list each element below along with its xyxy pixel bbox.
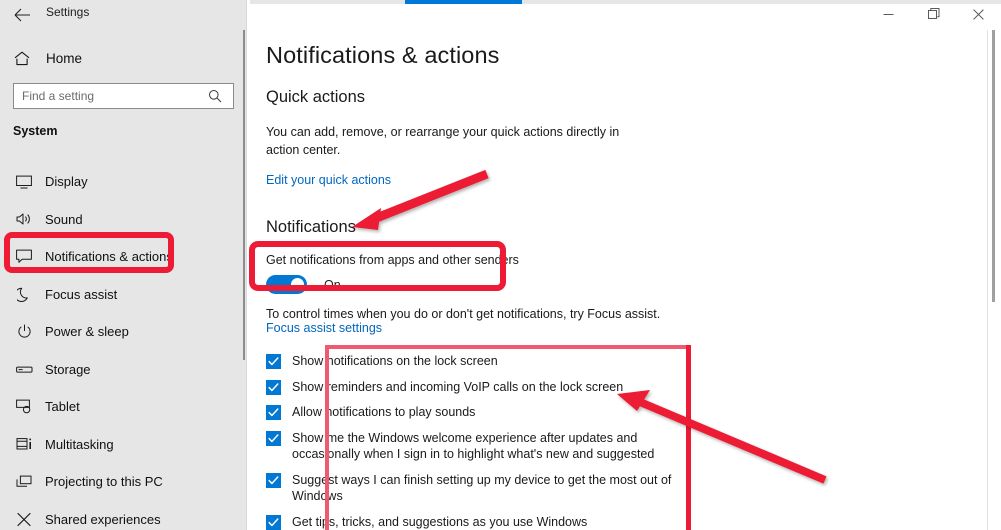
sidebar-titlebar: Settings [0,0,247,30]
sidebar-item-home-label: Home [46,50,83,66]
checkbox-tips-tricks-suggestions[interactable] [266,514,281,530]
list-item[interactable]: Allow notifications to play sounds [266,404,726,421]
list-item[interactable]: Get tips, tricks, and suggestions as you… [266,514,726,530]
search-input[interactable] [14,85,204,107]
multitasking-icon [12,437,36,451]
main-scrollbar-thumb[interactable] [992,30,995,302]
sidebar: Settings Home System [0,0,247,530]
list-item[interactable]: Suggest ways I can finish setting up my … [266,472,726,505]
list-item[interactable]: Show me the Windows welcome experience a… [266,430,726,463]
tablet-icon [12,399,36,414]
list-item-label: Allow notifications to play sounds [292,405,476,419]
projecting-icon [12,475,36,489]
moon-icon [12,287,36,302]
page-title: Notifications & actions [266,42,500,68]
list-item-label: Suggest ways I can finish setting up my … [292,472,672,504]
sidebar-item-sound-label: Sound [45,211,83,227]
sidebar-item-tablet[interactable]: Tablet [0,388,247,426]
notifications-toggle-knob [291,278,304,291]
home-icon [14,51,36,66]
notifications-toggle-label: Get notifications from apps and other se… [266,253,519,267]
search-box[interactable] [13,83,234,109]
sidebar-item-notifications-actions[interactable]: Notifications & actions [0,238,247,276]
notifications-toggle[interactable] [266,275,307,294]
sidebar-item-display[interactable]: Display [0,163,247,201]
minimize-icon[interactable] [866,0,911,28]
sidebar-item-storage-label: Storage [45,361,91,377]
notification-icon [12,249,36,264]
sidebar-item-projecting-to-this-pc[interactable]: Projecting to this PC [0,463,247,501]
window-controls [866,0,1001,28]
sidebar-item-multitasking-label: Multitasking [45,436,114,452]
edit-quick-actions-link[interactable]: Edit your quick actions [266,173,391,187]
quick-actions-heading: Quick actions [266,88,366,106]
search-icon[interactable] [204,89,226,103]
storage-icon [12,364,36,375]
shared-experiences-icon [12,512,36,527]
notifications-heading: Notifications [266,218,356,236]
sidebar-item-tablet-label: Tablet [45,399,80,415]
monitor-icon [12,175,36,189]
back-arrow-icon[interactable] [8,2,36,28]
list-item[interactable]: Show notifications on the lock screen [266,353,726,370]
power-icon [12,324,36,339]
main-scrollbar[interactable] [987,30,1001,530]
sidebar-item-power-sleep-label: Power & sleep [45,324,129,340]
checkbox-suggest-finish-setup[interactable] [266,472,281,488]
sidebar-item-notifications-actions-label: Notifications & actions [45,249,173,265]
list-item-label: Get tips, tricks, and suggestions as you… [292,514,588,529]
list-item-label: Show reminders and incoming VoIP calls o… [292,379,624,394]
sidebar-item-display-label: Display [45,174,88,190]
sidebar-item-storage[interactable]: Storage [0,351,247,389]
sidebar-scrollbar-thumb[interactable] [243,30,245,360]
speaker-icon [12,212,36,226]
sidebar-item-projecting-to-this-pc-label: Projecting to this PC [45,474,163,490]
checkbox-show-reminders-voip[interactable] [266,379,281,395]
notifications-toggle-state: On [324,277,341,292]
checkbox-show-notifications-lock-screen[interactable] [266,354,281,369]
sidebar-group-title: System [13,124,58,138]
sidebar-item-shared-experiences-label: Shared experiences [45,511,161,527]
checkbox-windows-welcome-experience[interactable] [266,430,281,446]
main-scrollbar-track [987,30,988,530]
quick-actions-description: You can add, remove, or rearrange your q… [266,125,620,157]
notification-options-list: Show notifications on the lock screen Sh… [266,353,726,530]
sidebar-item-focus-assist[interactable]: Focus assist [0,276,247,314]
close-icon[interactable] [956,0,1001,28]
main-content: Notifications & actions Quick actions Yo… [247,4,1001,530]
sidebar-item-power-sleep[interactable]: Power & sleep [0,313,247,351]
sidebar-item-focus-assist-label: Focus assist [45,286,118,302]
focus-assist-settings-link[interactable]: Focus assist settings [266,321,382,335]
checkbox-allow-notification-sounds[interactable] [266,405,281,420]
list-item[interactable]: Show reminders and incoming VoIP calls o… [266,379,726,396]
sidebar-item-sound[interactable]: Sound [0,201,247,239]
list-item-label: Show notifications on the lock screen [292,354,498,368]
sidebar-item-shared-experiences[interactable]: Shared experiences [0,501,247,530]
app-title: Settings [46,5,90,19]
sidebar-nav-list: Display Sound Notifications & actions Fo… [0,163,247,530]
settings-window: Settings Home System [0,0,1001,530]
list-item-label: Show me the Windows welcome experience a… [292,430,655,462]
sidebar-item-multitasking[interactable]: Multitasking [0,426,247,464]
notifications-toggle-row: On [266,275,341,294]
restore-icon[interactable] [911,0,956,28]
sidebar-item-home[interactable]: Home [0,44,247,72]
